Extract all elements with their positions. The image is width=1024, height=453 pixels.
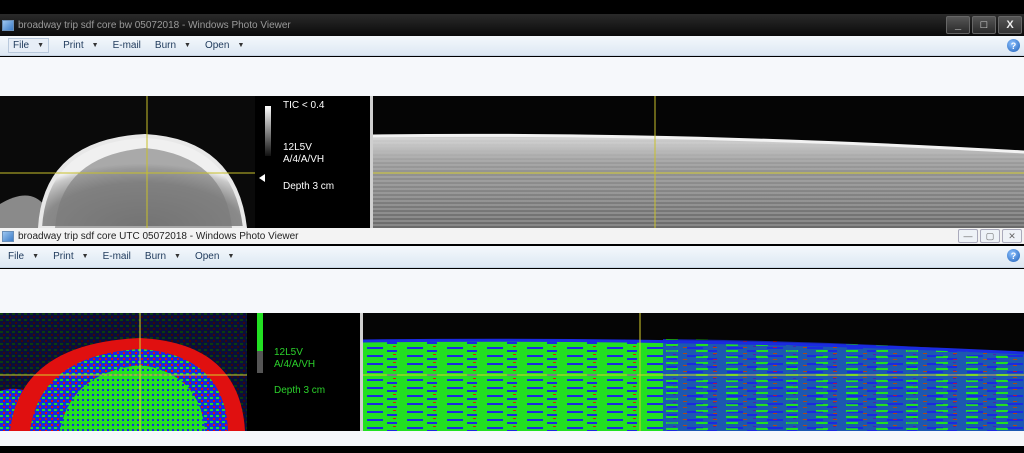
print-menu[interactable]: Print ▼ [53, 251, 89, 262]
longitudinal-colormap [363, 313, 1024, 431]
email-button[interactable]: E-mail [113, 40, 141, 51]
minimize-button[interactable]: _ [946, 16, 970, 34]
chevron-down-icon: ▼ [37, 42, 45, 49]
info-panel: 12L5V A/4/A/VH Depth 3 cm [247, 313, 360, 431]
minimize-button[interactable]: — [958, 229, 978, 243]
file-menu[interactable]: File ▼ [8, 38, 50, 53]
info-panel: TIC < 0.4 12L5V A/4/A/VH Depth 3 cm [255, 96, 370, 228]
open-menu[interactable]: Open ▼ [195, 251, 234, 262]
restore-button[interactable]: ▢ [980, 229, 1000, 243]
window-title: broadway trip sdf core bw 05072018 - Win… [18, 19, 291, 31]
probe-label: 12L5V [274, 347, 303, 358]
photo-viewer-window-bw: broadway trip sdf core bw 05072018 - Win… [0, 14, 1024, 228]
longitudinal-view [363, 313, 1024, 431]
chevron-down-icon: ▼ [227, 253, 235, 260]
command-bar: File ▼ Print ▼ E-mail Burn ▼ Open ▼ ? [0, 36, 1024, 56]
mode-label: A/4/A/VH [283, 154, 325, 165]
print-menu[interactable]: Print ▼ [63, 40, 99, 51]
longitudinal-image [373, 96, 1024, 228]
cross-section-view [0, 313, 247, 431]
close-button[interactable]: X [998, 16, 1022, 34]
cross-section-view [0, 96, 255, 228]
close-button[interactable]: ✕ [1002, 229, 1022, 243]
viewer-background [0, 269, 1024, 313]
email-button[interactable]: E-mail [103, 251, 131, 262]
title-bar[interactable]: broadway trip sdf core UTC 05072018 - Wi… [0, 228, 1024, 244]
probe-label: 12L5V [283, 142, 312, 153]
maximize-button[interactable]: □ [972, 16, 996, 34]
chevron-down-icon: ▼ [174, 253, 181, 260]
ultrasound-image-bw[interactable]: TIC < 0.4 12L5V A/4/A/VH Depth 3 cm [0, 96, 1024, 228]
cross-section-image [0, 96, 255, 228]
mode-label: A/4/A/VH [274, 359, 316, 370]
viewer-footer [0, 431, 1024, 446]
depth-label: Depth 3 cm [274, 385, 326, 396]
grayscale-bar [265, 106, 271, 156]
chevron-down-icon: ▼ [237, 42, 245, 49]
ultrasound-image-color[interactable]: 12L5V A/4/A/VH Depth 3 cm [0, 313, 1024, 431]
window-title: broadway trip sdf core UTC 05072018 - Wi… [18, 230, 299, 242]
burn-menu[interactable]: Burn ▼ [155, 40, 191, 51]
file-menu[interactable]: File ▼ [8, 251, 39, 262]
burn-menu[interactable]: Burn ▼ [145, 251, 181, 262]
focus-marker-icon [259, 174, 265, 182]
cross-section-colormap [0, 313, 247, 431]
chevron-down-icon: ▼ [81, 253, 89, 260]
open-menu[interactable]: Open ▼ [205, 40, 244, 51]
viewer-background [0, 57, 1024, 96]
title-bar[interactable]: broadway trip sdf core bw 05072018 - Win… [0, 14, 1024, 36]
chevron-down-icon: ▼ [32, 253, 40, 260]
photo-viewer-app-icon [2, 19, 14, 31]
tic-label: TIC < 0.4 [283, 100, 325, 111]
chevron-down-icon: ▼ [91, 42, 99, 49]
chevron-down-icon: ▼ [184, 42, 191, 49]
depth-label: Depth 3 cm [283, 181, 335, 192]
color-scale-bar-lower [257, 351, 263, 373]
help-icon[interactable]: ? [1007, 249, 1020, 262]
photo-viewer-window-utc: broadway trip sdf core UTC 05072018 - Wi… [0, 228, 1024, 446]
photo-viewer-app-icon [2, 230, 14, 242]
help-icon[interactable]: ? [1007, 39, 1020, 52]
command-bar: File ▼ Print ▼ E-mail Burn ▼ Open ▼ ? [0, 246, 1024, 268]
color-scale-bar [257, 313, 263, 351]
longitudinal-view [373, 96, 1024, 228]
